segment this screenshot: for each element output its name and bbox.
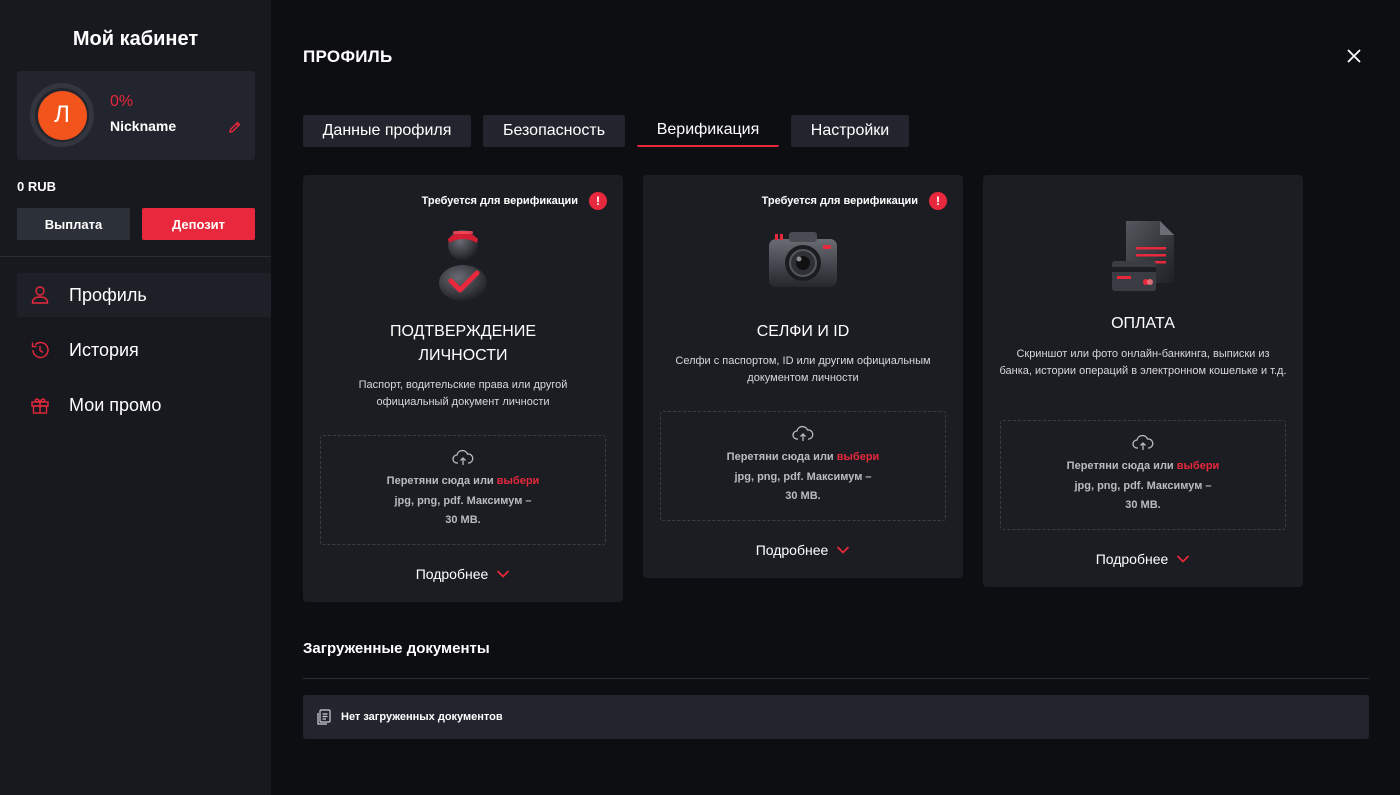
- required-label: Требуется для верификации: [421, 195, 578, 207]
- sidebar-item-promo[interactable]: Мои промо: [17, 383, 271, 427]
- section-divider: [303, 678, 1369, 679]
- choose-file-link[interactable]: выбери: [1177, 460, 1220, 472]
- page-title: ПРОФИЛЬ: [303, 47, 393, 66]
- drop-max-size: 30 MB.: [785, 490, 821, 502]
- sidebar-nav: Профиль История Мои промо: [17, 273, 271, 438]
- sidebar: Мой кабинет Л 0% Nickname 0 RUB Выплата …: [0, 0, 271, 795]
- card-title: ПОДТВЕРЖДЕНИЕ ЛИЧНОСТИ: [323, 320, 603, 368]
- drop-text: Перетяни сюда или: [726, 451, 834, 463]
- sidebar-item-label: Мои промо: [69, 394, 162, 415]
- drop-max-size: 30 MB.: [1125, 499, 1161, 511]
- close-icon[interactable]: [1345, 47, 1363, 65]
- verification-card-identity: Требуется для верификации ! ПОДТВЕРЖДЕНИ…: [303, 175, 623, 602]
- avatar[interactable]: Л: [37, 90, 87, 140]
- person-check-icon: [303, 225, 623, 303]
- chevron-down-icon: [837, 546, 850, 554]
- choose-file-link[interactable]: выбери: [497, 475, 540, 487]
- app: Мой кабинет Л 0% Nickname 0 RUB Выплата …: [0, 0, 1400, 795]
- cloud-upload-icon: [1132, 434, 1154, 450]
- card-description: Паспорт, водительские права или другой о…: [358, 379, 568, 408]
- drop-text: Перетяни сюда или: [1066, 460, 1174, 472]
- more-toggle[interactable]: Подробнее: [303, 566, 623, 582]
- card-title: ОПЛАТА: [1111, 315, 1175, 332]
- user-icon: [31, 286, 49, 304]
- drop-formats: jpg, png, pdf. Максимум –: [394, 494, 532, 507]
- file-dropzone[interactable]: Перетяни сюда или выбери jpg, png, pdf. …: [1000, 420, 1286, 530]
- choose-file-link[interactable]: выбери: [837, 451, 880, 463]
- payout-button[interactable]: Выплата: [17, 208, 130, 240]
- verification-card-payment: ОПЛАТА Скриншот или фото онлайн-банкинга…: [983, 175, 1303, 587]
- main-panel: ПРОФИЛЬ Данные профиля Безопасность Вери…: [271, 0, 1400, 795]
- file-dropzone[interactable]: Перетяни сюда или выбери jpg, png, pdf. …: [660, 411, 946, 521]
- avatar-progress-ring: Л: [30, 83, 94, 147]
- chevron-down-icon: [1177, 555, 1190, 563]
- warning-icon: !: [929, 192, 947, 210]
- drop-text: Перетяни сюда или: [386, 475, 494, 487]
- sidebar-item-label: Профиль: [69, 284, 147, 305]
- balance: 0 RUB: [17, 179, 57, 194]
- chevron-down-icon: [497, 570, 510, 578]
- card-title-line: ЛИЧНОСТИ: [418, 347, 508, 364]
- nickname: Nickname: [110, 118, 177, 134]
- card-title-line: ПОДТВЕРЖДЕНИЕ: [389, 323, 537, 340]
- card-description: Селфи с паспортом, ID или другим официал…: [675, 355, 931, 384]
- uploaded-docs-title: Загруженные документы: [303, 640, 490, 657]
- tab-profile-data[interactable]: Данные профиля: [303, 115, 471, 147]
- more-label: Подробнее: [1095, 551, 1169, 567]
- sidebar-divider: [0, 256, 271, 257]
- drop-formats: jpg, png, pdf. Максимум –: [1074, 479, 1212, 492]
- required-badge: Требуется для верификации !: [422, 192, 607, 210]
- uploaded-docs-empty: Нет загруженных документов: [303, 695, 1369, 739]
- file-dropzone[interactable]: Перетяни сюда или выбери jpg, png, pdf. …: [320, 435, 606, 545]
- tab-verification[interactable]: Верификация: [637, 115, 779, 147]
- deposit-button[interactable]: Депозит: [142, 208, 255, 240]
- sidebar-item-history[interactable]: История: [17, 328, 271, 372]
- gift-icon: [31, 398, 49, 414]
- more-label: Подробнее: [755, 542, 829, 558]
- edit-pencil-icon[interactable]: [227, 119, 243, 135]
- sidebar-item-profile[interactable]: Профиль: [17, 273, 271, 317]
- tab-security[interactable]: Безопасность: [483, 115, 625, 147]
- drop-formats: jpg, png, pdf. Максимум –: [734, 470, 872, 483]
- card-description: Скриншот или фото онлайн-банкинга, выпис…: [999, 348, 1287, 377]
- camera-icon: [643, 229, 963, 289]
- warning-icon: !: [589, 192, 607, 210]
- required-badge: Требуется для верификации !: [762, 192, 947, 210]
- empty-docs-label: Нет загруженных документов: [341, 711, 503, 723]
- more-label: Подробнее: [415, 566, 489, 582]
- documents-icon: [317, 709, 331, 725]
- tab-settings[interactable]: Настройки: [791, 115, 909, 147]
- profile-progress: 0%: [110, 93, 134, 110]
- more-toggle[interactable]: Подробнее: [983, 551, 1303, 567]
- card-title: СЕЛФИ И ID: [756, 323, 850, 340]
- verification-card-selfie: Требуется для верификации ! СЕЛФИ И ID С…: [643, 175, 963, 578]
- profile-tabs: Данные профиля Безопасность Верификация …: [303, 115, 921, 147]
- drop-max-size: 30 MB.: [445, 514, 481, 526]
- sidebar-item-label: История: [69, 339, 139, 360]
- cloud-upload-icon: [792, 425, 814, 441]
- more-toggle[interactable]: Подробнее: [643, 542, 963, 558]
- history-icon: [31, 341, 49, 359]
- cloud-upload-icon: [452, 449, 474, 465]
- sidebar-title: Мой кабинет: [72, 28, 199, 50]
- profile-card: Л 0% Nickname: [17, 71, 255, 160]
- required-label: Требуется для верификации: [761, 195, 918, 207]
- payment-document-icon: [983, 219, 1303, 293]
